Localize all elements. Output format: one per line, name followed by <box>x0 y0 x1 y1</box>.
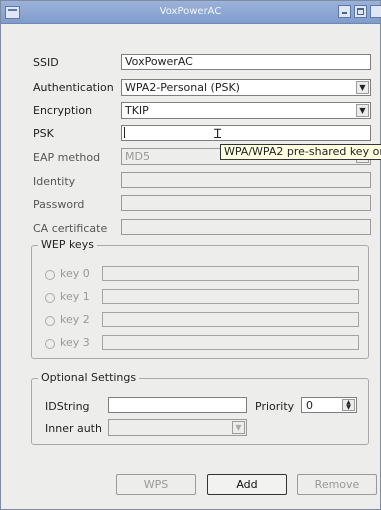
key1-radio[interactable] <box>45 293 55 303</box>
priority-spinbox[interactable]: 0 ▲ ▼ <box>301 397 357 413</box>
priority-label: Priority <box>255 400 295 413</box>
authentication-label: Authentication <box>33 81 114 94</box>
priority-value: 0 <box>306 399 313 412</box>
wep-keys-legend: WEP keys <box>38 238 97 251</box>
close-icon[interactable] <box>370 5 381 18</box>
key0-radio[interactable] <box>45 270 55 280</box>
identity-input[interactable] <box>121 172 371 188</box>
key2-label: key 2 <box>60 313 90 326</box>
eap-method-value: MD5 <box>125 150 150 163</box>
inner-auth-label: Inner auth <box>45 422 102 435</box>
psk-tooltip: WPA/WPA2 pre-shared key or <box>220 144 381 160</box>
remove-button[interactable]: Remove <box>297 474 377 495</box>
ssid-label: SSID <box>33 56 59 69</box>
identity-label: Identity <box>33 175 76 188</box>
ca-certificate-label: CA certificate <box>33 222 108 235</box>
key3-label: key 3 <box>60 336 90 349</box>
password-label: Password <box>33 198 85 211</box>
ca-certificate-input[interactable] <box>121 219 371 235</box>
chevron-down-icon: ▼ <box>232 421 245 434</box>
minimize-icon[interactable] <box>338 5 351 18</box>
key2-input[interactable] <box>102 312 359 327</box>
key0-input[interactable] <box>102 266 359 281</box>
spin-arrows-icon[interactable]: ▲ ▼ <box>342 399 355 411</box>
idstring-input[interactable] <box>108 397 247 413</box>
key3-input[interactable] <box>102 335 359 350</box>
encryption-label: Encryption <box>33 104 93 117</box>
chevron-down-icon[interactable]: ▼ <box>356 81 369 94</box>
encryption-select[interactable]: TKIP ▼ <box>121 102 371 119</box>
key3-radio[interactable] <box>45 339 55 349</box>
key1-input[interactable] <box>102 289 359 304</box>
optional-settings-legend: Optional Settings <box>38 371 140 384</box>
psk-label: PSK <box>33 127 54 140</box>
password-input[interactable] <box>121 195 371 211</box>
key0-label: key 0 <box>60 267 90 280</box>
authentication-select[interactable]: WPA2-Personal (PSK) ▼ <box>121 79 371 96</box>
inner-auth-select[interactable]: ▼ <box>108 419 247 436</box>
key2-radio[interactable] <box>45 316 55 326</box>
eap-method-label: EAP method <box>33 151 101 164</box>
window-title: VoxPowerAC <box>159 6 222 17</box>
chevron-down-icon[interactable]: ▼ <box>356 104 369 117</box>
text-cursor-icon: Ɪ <box>214 127 222 142</box>
title-bar[interactable]: VoxPowerAC <box>1 1 381 24</box>
wps-button[interactable]: WPS <box>116 474 196 495</box>
psk-input[interactable] <box>121 125 371 141</box>
ssid-input[interactable]: VoxPowerAC <box>121 54 371 70</box>
text-caret <box>124 127 125 138</box>
add-button[interactable]: Add <box>207 474 287 495</box>
network-config-window: VoxPowerAC SSID VoxPowerAC Authenticatio… <box>0 0 381 510</box>
maximize-icon[interactable] <box>354 5 367 18</box>
idstring-label: IDString <box>45 400 90 413</box>
authentication-value: WPA2-Personal (PSK) <box>125 81 240 94</box>
key1-label: key 1 <box>60 290 90 303</box>
encryption-value: TKIP <box>125 104 149 117</box>
